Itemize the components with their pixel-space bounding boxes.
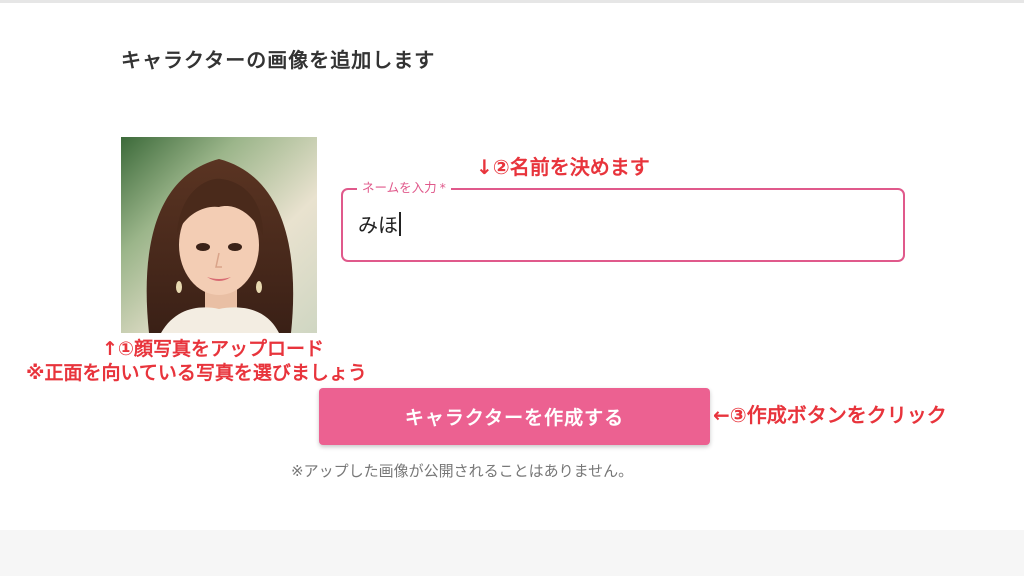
required-mark: * [439,180,446,195]
uploaded-face-photo[interactable] [121,137,317,333]
footer-band [0,530,1024,576]
text-caret [399,212,401,236]
name-input-value[interactable]: みほ [358,211,401,239]
name-input-field[interactable]: ネームを入力 * みほ [341,179,905,262]
photo-tip-annotation: ※正面を向いている写真を選びましょう [26,362,367,384]
create-character-button[interactable]: キャラクターを作成する [319,388,710,445]
face-photo-icon [146,159,294,333]
create-step-annotation: ←③作成ボタンをクリック [713,403,947,427]
name-input-text: みほ [358,213,398,237]
photo-step-annotation: ↑①顔写真をアップロード [102,338,325,360]
name-step-annotation: ↓②名前を決めます [476,155,650,179]
top-divider [0,0,1024,3]
name-field-label-text: ネームを入力 [362,180,437,195]
name-field-label: ネームを入力 * [357,179,451,197]
page-title: キャラクターの画像を追加します [121,48,436,72]
privacy-note: ※アップした画像が公開されることはありません。 [291,462,634,480]
